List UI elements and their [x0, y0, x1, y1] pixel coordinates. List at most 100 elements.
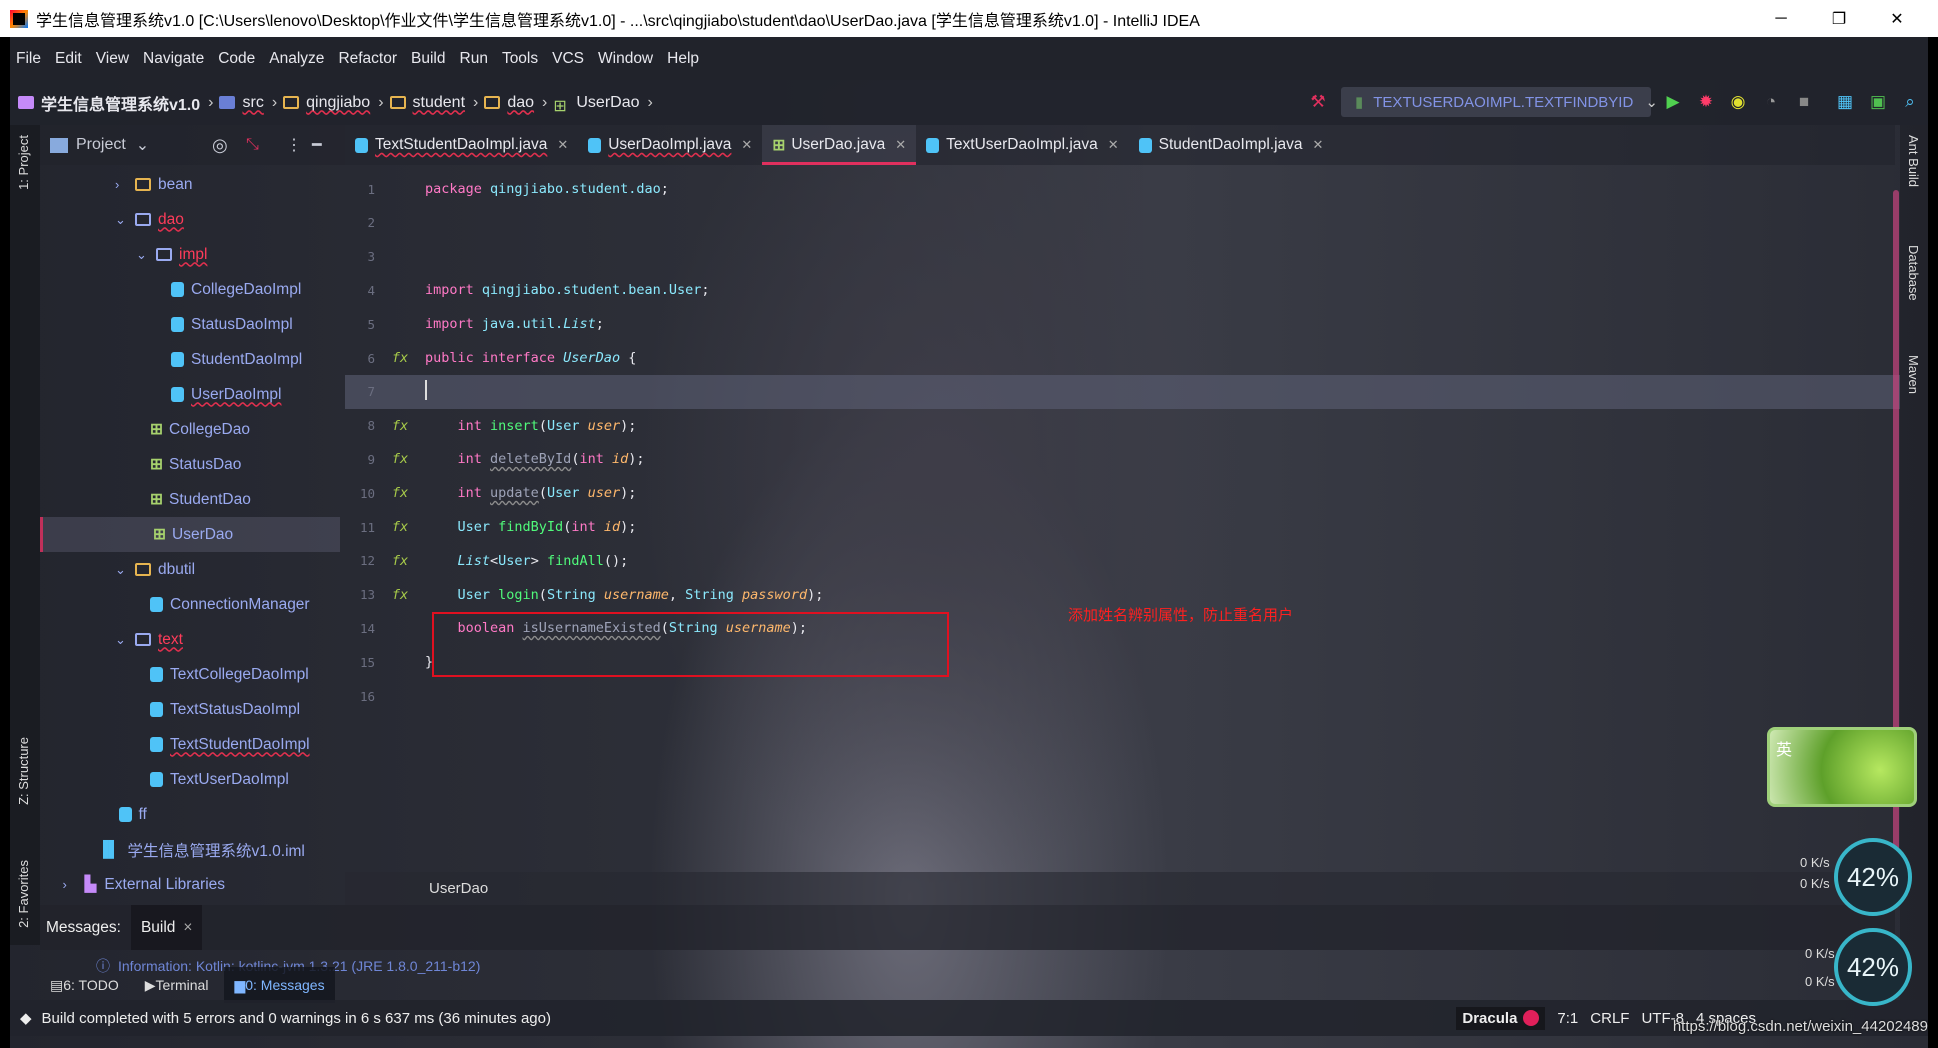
tab-studentdaoimpl[interactable]: StudentDaoImpl.java ✕ — [1129, 125, 1334, 165]
implemented-icon[interactable]: fx — [375, 587, 425, 603]
menu-refactor[interactable]: Refactor — [338, 50, 397, 68]
menu-file[interactable]: File — [16, 50, 41, 68]
terminal-icon[interactable]: ▣ — [1868, 92, 1888, 112]
collapse-icon[interactable]: ⤡ — [246, 136, 259, 154]
caret-position[interactable]: 7:1 — [1557, 1010, 1578, 1027]
code-line[interactable]: 3 — [345, 240, 1900, 274]
maven-tool-button[interactable]: Maven — [1906, 355, 1921, 394]
implemented-icon[interactable]: fx — [375, 519, 425, 535]
menu-analyze[interactable]: Analyze — [269, 50, 324, 68]
coverage-icon[interactable]: ◉ — [1728, 92, 1748, 112]
implemented-icon[interactable]: fx — [375, 485, 425, 501]
run-icon[interactable]: ▶ — [1663, 92, 1683, 112]
tree-item[interactable]: TextStudentDaoImpl — [40, 727, 340, 762]
project-tool-button[interactable]: 1: Project — [16, 135, 31, 190]
line-separator[interactable]: CRLF — [1590, 1010, 1629, 1027]
menu-help[interactable]: Help — [667, 50, 699, 68]
menu-run[interactable]: Run — [460, 50, 488, 68]
breadcrumb-item[interactable]: qingjiabo › — [283, 94, 384, 112]
search-icon[interactable]: ⌕ — [1900, 92, 1920, 112]
implemented-icon[interactable]: fx — [375, 451, 425, 467]
code-line[interactable]: 11 fx User findById(int id); — [345, 510, 1900, 544]
breadcrumb-item[interactable]: 学生信息管理系统v1.0 › — [18, 91, 213, 115]
tree-item[interactable]: ff — [40, 797, 340, 832]
tab-textuserdaoimpl[interactable]: TextUserDaoImpl.java ✕ — [916, 125, 1129, 165]
more-options-icon[interactable]: ⋮ — [286, 135, 302, 155]
menu-view[interactable]: View — [96, 50, 129, 68]
tree-item[interactable]: ⌄ text — [40, 622, 340, 657]
ant-build-tool-button[interactable]: Ant Build — [1906, 135, 1921, 187]
code-line[interactable]: 10 fx int update(User user); — [345, 476, 1900, 510]
tree-item[interactable]: ⊞ UserDao — [40, 517, 340, 552]
status-message[interactable]: Build completed with 5 errors and 0 warn… — [42, 1010, 551, 1027]
code-line[interactable]: 12 fx List<User> findAll(); — [345, 544, 1900, 578]
database-tool-button[interactable]: Database — [1906, 245, 1921, 301]
menu-edit[interactable]: Edit — [55, 50, 82, 68]
breadcrumb-item[interactable]: src › — [219, 94, 277, 112]
hammer-icon[interactable]: ⚒ — [1308, 92, 1328, 112]
structure-icon[interactable]: ▦ — [1835, 92, 1855, 112]
breadcrumb-item[interactable]: ⊞ UserDao › — [553, 94, 652, 116]
tree-item[interactable]: ⊞ StatusDao — [40, 447, 340, 482]
menu-build[interactable]: Build — [411, 50, 445, 68]
implemented-icon[interactable]: fx — [375, 553, 425, 569]
hide-panel-icon[interactable]: ━ — [312, 135, 322, 155]
tab-userdao[interactable]: ⊞ UserDao.java ✕ — [762, 125, 917, 165]
close-icon[interactable]: × — [183, 919, 192, 937]
profiler-icon[interactable]: ◔ — [1761, 92, 1781, 112]
close-button[interactable]: ✕ — [1868, 0, 1926, 37]
tree-item[interactable]: ⌄ dbutil — [40, 552, 340, 587]
ime-widget[interactable]: 英 — [1767, 727, 1917, 807]
code-editor[interactable]: 1 package qingjiabo.student.dao; 2 3 4 import… — [345, 165, 1900, 870]
code-line[interactable]: 6 fx public interface UserDao { — [345, 341, 1900, 375]
close-tab-icon[interactable]: ✕ — [1108, 137, 1119, 153]
build-tab[interactable]: Build × — [130, 905, 203, 950]
theme-indicator[interactable]: Dracula — [1456, 1006, 1546, 1030]
code-line[interactable]: 5 import java.util.List; — [345, 307, 1900, 341]
run-configuration-select[interactable]: ▮ TEXTUSERDAOIMPL.TEXTFINDBYID ⌄ — [1341, 87, 1658, 117]
tree-item[interactable]: ConnectionManager — [40, 587, 340, 622]
tree-item[interactable]: ▐▌ 学生信息管理系统v1.0.iml — [40, 832, 340, 867]
chevron-down-icon[interactable]: ⌄ — [115, 212, 129, 228]
structure-tool-button[interactable]: Z: Structure — [16, 737, 31, 805]
chevron-down-icon[interactable]: ⌄ — [136, 247, 150, 263]
implemented-icon[interactable]: fx — [375, 350, 425, 366]
tree-item[interactable]: ⌄ impl — [40, 237, 340, 272]
tree-item[interactable]: › bean — [40, 167, 340, 202]
close-tab-icon[interactable]: ✕ — [741, 137, 752, 153]
close-tab-icon[interactable]: ✕ — [895, 137, 906, 153]
code-line[interactable]: 8 fx int insert(User user); — [345, 409, 1900, 443]
tool-tab-terminal[interactable]: ▶ Terminal — [135, 967, 219, 1003]
code-line[interactable]: 9 fx int deleteById(int id); — [345, 442, 1900, 476]
tool-tab-messages[interactable]: ▆ 0: Messages — [224, 967, 335, 1003]
menu-vcs[interactable]: VCS — [552, 50, 584, 68]
breadcrumb-item[interactable]: dao › — [484, 94, 547, 112]
tree-item[interactable]: CollegeDaoImpl — [40, 272, 340, 307]
menu-window[interactable]: Window — [598, 50, 653, 68]
tree-item[interactable]: ⌄ dao — [40, 202, 340, 237]
tree-item[interactable]: TextCollegeDaoImpl — [40, 657, 340, 692]
chevron-down-icon[interactable]: ⌄ — [115, 562, 129, 578]
tab-textstudentdaoimpl[interactable]: TextStudentDaoImpl.java ✕ — [345, 125, 578, 165]
tree-item[interactable]: ⊞ CollegeDao — [40, 412, 340, 447]
breadcrumb-item[interactable]: student › — [389, 94, 478, 112]
tree-item[interactable]: StatusDaoImpl — [40, 307, 340, 342]
tree-item[interactable]: › ▙ External Libraries — [40, 867, 340, 902]
chevron-right-icon[interactable]: › — [63, 877, 77, 892]
chevron-right-icon[interactable]: › — [115, 177, 129, 192]
tree-item[interactable]: UserDaoImpl — [40, 377, 340, 412]
tree-item[interactable]: TextStatusDaoImpl — [40, 692, 340, 727]
menu-tools[interactable]: Tools — [502, 50, 538, 68]
chevron-down-icon[interactable]: ⌄ — [136, 135, 149, 155]
code-line[interactable]: 2 — [345, 206, 1900, 240]
tool-tab-todo[interactable]: ▤ 6: TODO — [40, 967, 129, 1003]
implemented-icon[interactable]: fx — [375, 418, 425, 434]
debug-icon[interactable]: ✹ — [1696, 92, 1716, 112]
code-line[interactable]: 16 — [345, 679, 1900, 713]
restore-button[interactable]: ❐ — [1810, 0, 1868, 37]
favorites-tool-button[interactable]: 2: Favorites — [16, 860, 31, 928]
chevron-down-icon[interactable]: ⌄ — [115, 632, 129, 648]
tree-item[interactable]: StudentDaoImpl — [40, 342, 340, 377]
code-line[interactable]: 7 — [345, 374, 1900, 409]
menu-code[interactable]: Code — [218, 50, 255, 68]
